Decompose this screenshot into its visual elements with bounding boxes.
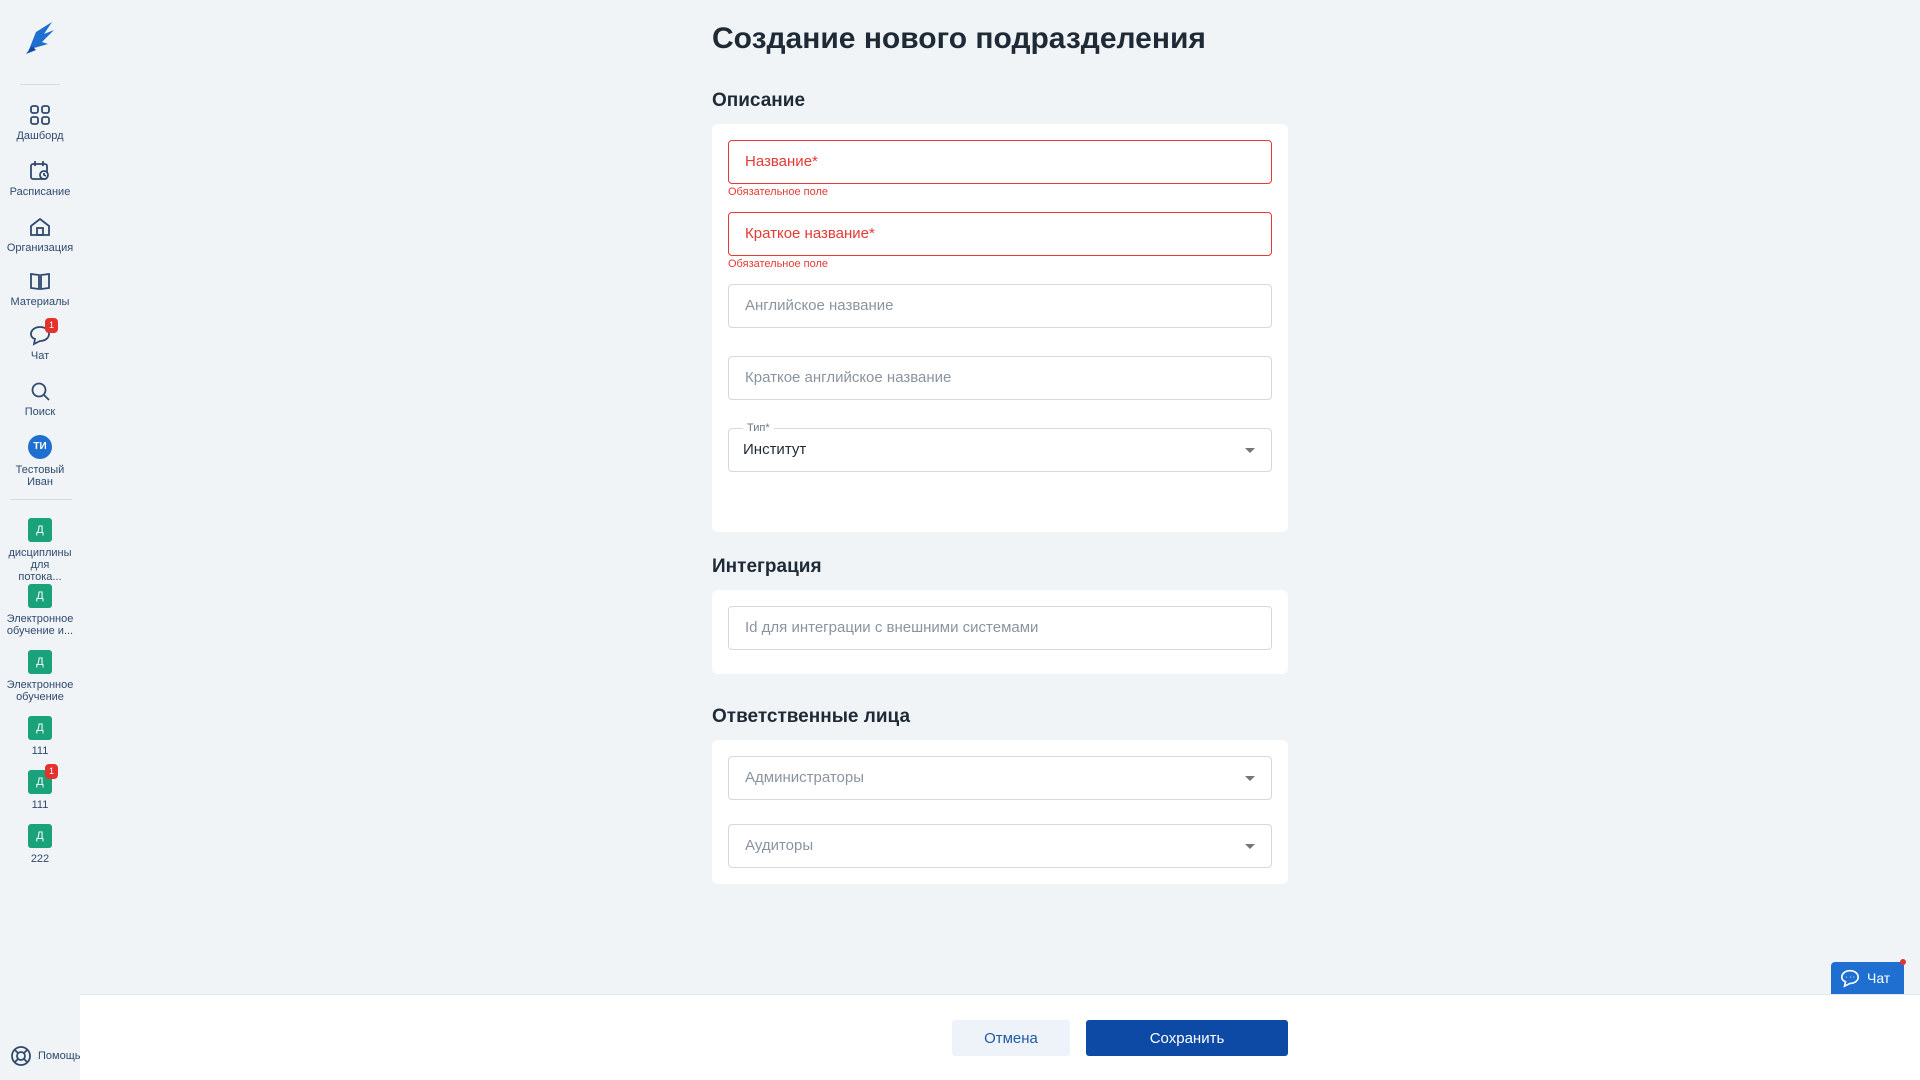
sidebar-space-item[interactable]: Д 1 111 bbox=[0, 764, 80, 811]
admins-select[interactable]: Администраторы bbox=[728, 756, 1272, 800]
sidebar-item-materials[interactable]: Материалы bbox=[0, 270, 80, 308]
help-label: Помощь bbox=[38, 1050, 81, 1062]
section-title-responsible: Ответственные лица bbox=[712, 706, 911, 727]
name-field[interactable]: Название* bbox=[728, 140, 1272, 184]
type-value: Институт bbox=[743, 441, 807, 458]
english-name-field[interactable]: Английское название bbox=[728, 284, 1272, 328]
space-icon: Д bbox=[28, 716, 52, 740]
sidebar-item-label: Дашборд bbox=[16, 130, 64, 142]
sidebar-item-profile[interactable]: ТИ Тестовый Иван bbox=[0, 435, 80, 488]
description-card: Название* Обязательное поле Краткое назв… bbox=[712, 124, 1288, 532]
sidebar-space-item[interactable]: Д 111 bbox=[0, 716, 80, 757]
sidebar-item-label: Организация bbox=[6, 242, 74, 254]
sidebar-item-label: Электронное обучение и... bbox=[6, 613, 74, 637]
help-button[interactable]: Помощь bbox=[10, 1045, 81, 1067]
sidebar-item-label: Материалы bbox=[10, 296, 70, 308]
chat-icon: 1 bbox=[29, 318, 58, 346]
sidebar-divider bbox=[20, 84, 60, 85]
sidebar-item-label: 222 bbox=[30, 853, 50, 865]
short-name-error: Обязательное поле bbox=[728, 258, 829, 270]
search-icon bbox=[29, 380, 51, 402]
sidebar-item-organization[interactable]: Организация bbox=[0, 216, 80, 254]
dashboard-icon bbox=[29, 104, 51, 126]
chevron-down-icon bbox=[1245, 776, 1255, 781]
space-icon: Д bbox=[28, 650, 52, 674]
chat-badge: 1 bbox=[45, 318, 58, 333]
home-icon bbox=[29, 216, 51, 238]
cancel-button[interactable]: Отмена bbox=[952, 1020, 1070, 1056]
sidebar-space-item[interactable]: Д Электронное обучение и... bbox=[0, 584, 80, 637]
auditors-placeholder: Аудиторы bbox=[745, 837, 814, 854]
sidebar-item-label: Электронное обучение bbox=[6, 679, 74, 703]
auditors-select[interactable]: Аудиторы bbox=[728, 824, 1272, 868]
space-icon: Д bbox=[28, 518, 52, 542]
space-badge: 1 bbox=[45, 764, 58, 779]
sidebar-space-item[interactable]: Д Электронное обучение bbox=[0, 650, 80, 703]
book-icon bbox=[29, 270, 51, 292]
notification-dot bbox=[1900, 959, 1906, 965]
sidebar-item-dashboard[interactable]: Дашборд bbox=[0, 104, 80, 142]
sidebar-item-label: 111 bbox=[31, 745, 49, 757]
sidebar-item-label: Чат bbox=[30, 350, 50, 362]
sidebar: Дашборд Расписание Организация Материалы… bbox=[0, 0, 81, 1080]
sidebar-item-label: Поиск bbox=[24, 406, 56, 418]
type-select[interactable]: Тип* Институт bbox=[728, 421, 1272, 472]
name-error: Обязательное поле bbox=[728, 186, 829, 198]
sidebar-space-item[interactable]: Д 222 bbox=[0, 824, 80, 865]
integration-card: Id для интеграции с внешними системами bbox=[712, 590, 1288, 674]
save-button[interactable]: Сохранить bbox=[1086, 1020, 1288, 1056]
sidebar-item-search[interactable]: Поиск bbox=[0, 380, 80, 418]
responsible-card: Администраторы Аудиторы bbox=[712, 740, 1288, 884]
section-title-integration: Интеграция bbox=[712, 556, 822, 577]
sidebar-item-chat[interactable]: 1 Чат bbox=[0, 318, 80, 362]
sidebar-item-label: Тестовый Иван bbox=[15, 464, 65, 488]
chat-widget-label: Чат bbox=[1867, 970, 1891, 986]
short-english-name-field[interactable]: Краткое английское название bbox=[728, 356, 1272, 400]
integration-id-field[interactable]: Id для интеграции с внешними системами bbox=[728, 606, 1272, 650]
avatar: ТИ bbox=[28, 435, 52, 459]
section-title-description: Описание bbox=[712, 90, 806, 111]
chevron-down-icon bbox=[1245, 448, 1255, 453]
space-icon: Д bbox=[28, 824, 52, 848]
sidebar-item-schedule[interactable]: Расписание bbox=[0, 160, 80, 198]
lifebuoy-icon bbox=[11, 1046, 31, 1066]
logo-icon[interactable] bbox=[22, 18, 58, 56]
page-title: Создание нового подразделения bbox=[712, 22, 1206, 55]
sidebar-item-label: 111 bbox=[31, 799, 49, 811]
chat-bubble-icon bbox=[1840, 969, 1860, 988]
sidebar-item-label: Расписание bbox=[9, 186, 71, 198]
admins-placeholder: Администраторы bbox=[745, 769, 865, 786]
sidebar-item-label: дисциплины для потока... bbox=[8, 547, 72, 583]
chevron-down-icon bbox=[1245, 844, 1255, 849]
chat-widget-button[interactable]: Чат bbox=[1831, 959, 1906, 994]
space-letter: Д bbox=[36, 776, 44, 788]
space-icon: Д 1 bbox=[28, 764, 58, 794]
sidebar-space-item[interactable]: Д дисциплины для потока... bbox=[0, 518, 80, 583]
calendar-icon bbox=[29, 160, 51, 182]
sidebar-divider bbox=[10, 499, 72, 500]
space-icon: Д bbox=[28, 584, 52, 608]
short-name-field[interactable]: Краткое название* bbox=[728, 212, 1272, 256]
